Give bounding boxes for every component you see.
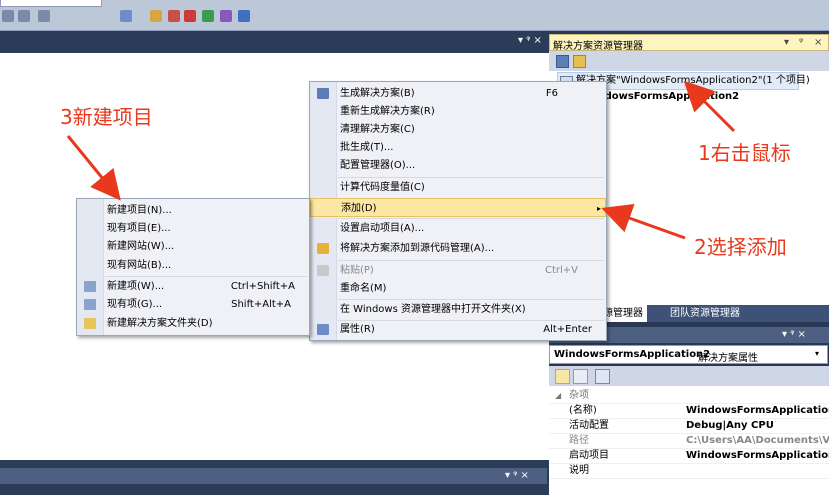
annotation-arrows (66, 80, 736, 240)
arrow-step1 (683, 80, 736, 133)
arrow-step2 (601, 203, 686, 240)
arrow-step3 (66, 135, 121, 201)
